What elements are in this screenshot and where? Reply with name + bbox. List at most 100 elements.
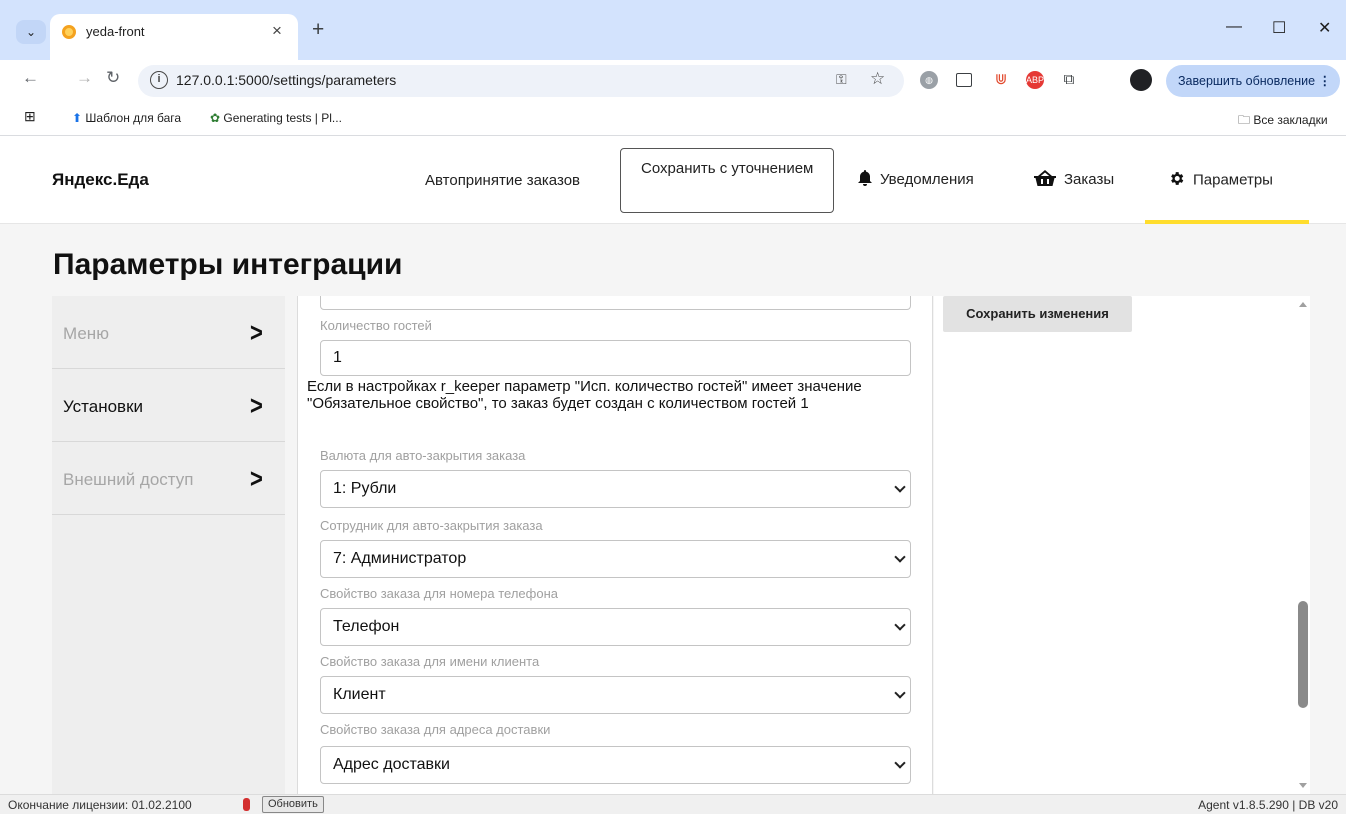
app-root: Яндекс.Еда Автопринятие заказов Сохранит…: [0, 136, 1346, 814]
translate-extension-icon[interactable]: ◍: [920, 71, 938, 89]
app-header: Яндекс.Еда Автопринятие заказов Сохранит…: [0, 136, 1346, 224]
basket-icon: [1034, 170, 1056, 190]
bookmark-item[interactable]: ✿ Generating tests | Pl...: [210, 111, 342, 125]
actions-panel: Сохранить изменения: [934, 296, 1296, 796]
currency-label: Валюта для авто-закрытия заказа: [320, 448, 526, 463]
status-bar: Окончание лицензии: 01.02.2100 Обновить …: [0, 794, 1346, 814]
bug-template-icon: ⬆: [72, 111, 83, 125]
bookmark-item[interactable]: ⬆ Шаблон для бага: [72, 111, 181, 125]
magnet-extension-icon[interactable]: ⋓: [992, 71, 1010, 89]
reload-icon[interactable]: ↻: [106, 68, 120, 88]
employee-label: Сотрудник для авто-закрытия заказа: [320, 518, 543, 533]
phone-select[interactable]: Телефон: [320, 608, 911, 646]
sidebar-item-label: Установки: [63, 397, 144, 416]
notifications-label: Уведомления: [880, 170, 974, 188]
bookmark-label: Шаблон для бага: [85, 111, 182, 125]
nav-orders[interactable]: Заказы: [1034, 170, 1114, 190]
chevron-down-icon: [894, 757, 906, 769]
chevron-down-icon: [894, 481, 906, 493]
maximize-icon[interactable]: ☐: [1272, 18, 1286, 38]
currency-value: 1: Рубли: [333, 480, 397, 497]
sidebar-item-menu[interactable]: Меню >: [52, 296, 285, 369]
chevron-down-icon: [894, 551, 906, 563]
address-value: Адрес доставки: [333, 756, 450, 773]
sidebar-item-settings[interactable]: Установки >: [52, 369, 285, 442]
scroll-up-icon[interactable]: [1299, 302, 1307, 307]
minimize-icon[interactable]: —: [1226, 18, 1242, 36]
chevron-down-icon: [894, 687, 906, 699]
previous-field-input[interactable]: [320, 296, 911, 310]
address-label: Свойство заказа для адреса доставки: [320, 722, 551, 737]
tab-close-icon[interactable]: ×: [272, 21, 282, 41]
forward-icon[interactable]: →: [76, 68, 93, 88]
bell-icon: [858, 170, 872, 190]
password-key-icon[interactable]: ⚿: [836, 71, 847, 88]
generating-tests-icon: ✿: [210, 111, 221, 125]
chevron-down-icon: [894, 619, 906, 631]
browser-toolbar: ← → ↻ i 127.0.0.1:5000/settings/paramete…: [0, 60, 1346, 102]
sidebar-item-label: Меню: [63, 324, 109, 343]
address-select[interactable]: Адрес доставки: [320, 746, 911, 784]
nav-parameters[interactable]: Параметры: [1168, 170, 1273, 191]
settings-sidebar: Меню > Установки > Внешний доступ >: [52, 296, 285, 796]
settings-form: Количество гостей 1 Если в настройках r_…: [297, 296, 933, 796]
parameters-label: Параметры: [1193, 171, 1273, 189]
tab-favicon-icon: [62, 25, 76, 39]
refresh-button[interactable]: Обновить: [262, 796, 324, 813]
client-value: Клиент: [333, 686, 386, 703]
employee-value: 7: Администратор: [333, 550, 467, 567]
save-changes-button[interactable]: Сохранить изменения: [943, 296, 1132, 332]
logo[interactable]: Яндекс.Еда: [52, 170, 149, 190]
chevron-right-icon: >: [250, 390, 263, 421]
site-info-icon[interactable]: i: [150, 71, 168, 89]
folder-icon: 🗀: [1238, 113, 1251, 127]
bookmark-star-icon[interactable]: ☆: [870, 69, 885, 89]
apps-grid-icon[interactable]: ⊞: [24, 108, 36, 125]
url-text[interactable]: 127.0.0.1:5000/settings/parameters: [176, 72, 396, 88]
adblock-icon[interactable]: ABP: [1026, 71, 1044, 89]
orders-label: Заказы: [1064, 170, 1115, 188]
finish-update-label: Завершить обновление: [1178, 74, 1316, 88]
bookmark-label: Generating tests | Pl...: [223, 111, 342, 125]
screen-capture-icon[interactable]: [956, 73, 972, 87]
all-bookmarks-label: Все закладки: [1253, 113, 1328, 127]
active-tab-indicator: [1145, 220, 1309, 224]
license-text: Окончание лицензии: 01.02.2100: [8, 798, 192, 812]
save-with-clarification-button[interactable]: Сохранить с уточнением: [620, 148, 834, 213]
autoaccept-link[interactable]: Автопринятие заказов: [425, 172, 580, 189]
tab-search-icon[interactable]: ⌄: [16, 20, 46, 44]
scrollbar-thumb[interactable]: [1298, 601, 1308, 708]
phone-value: Телефон: [333, 618, 400, 635]
guests-input[interactable]: 1: [320, 340, 911, 376]
gear-icon: [1168, 170, 1185, 191]
scrollbar[interactable]: [1296, 296, 1310, 796]
address-bar[interactable]: i 127.0.0.1:5000/settings/parameters ⚿ ☆: [138, 65, 904, 97]
guests-hint: Если в настройках r_keeper параметр "Исп…: [307, 378, 862, 412]
client-select[interactable]: Клиент: [320, 676, 911, 714]
client-label: Свойство заказа для имени клиента: [320, 654, 540, 669]
scroll-down-icon[interactable]: [1299, 783, 1307, 788]
browser-tab[interactable]: yeda-front ×: [50, 14, 298, 60]
guests-label: Количество гостей: [320, 318, 432, 333]
license-status-indicator: [243, 798, 250, 811]
back-icon[interactable]: ←: [22, 68, 39, 88]
more-menu-icon: ⋮: [1318, 74, 1332, 88]
profile-avatar[interactable]: [1130, 69, 1152, 91]
sidebar-item-external-access[interactable]: Внешний доступ >: [52, 442, 285, 515]
nav-notifications[interactable]: Уведомления: [858, 170, 974, 190]
finish-update-button[interactable]: Завершить обновление ⋮: [1166, 65, 1340, 97]
window-close-icon[interactable]: ✕: [1318, 18, 1331, 38]
employee-select[interactable]: 7: Администратор: [320, 540, 911, 578]
sidebar-item-label: Внешний доступ: [63, 470, 194, 489]
all-bookmarks[interactable]: 🗀 Все закладки: [1238, 111, 1328, 132]
extensions-puzzle-icon[interactable]: ⧉: [1060, 71, 1078, 89]
tab-title: yeda-front: [86, 24, 145, 39]
currency-select[interactable]: 1: Рубли: [320, 470, 911, 508]
agent-version: Agent v1.8.5.290 | DB v20: [1198, 798, 1338, 812]
new-tab-icon[interactable]: +: [312, 18, 324, 42]
bookmarks-bar: ⊞ ⬆ Шаблон для бага ✿ Generating tests |…: [0, 102, 1346, 136]
phone-label: Свойство заказа для номера телефона: [320, 586, 558, 601]
page-title: Параметры интеграции: [53, 248, 403, 281]
chevron-right-icon: >: [250, 463, 263, 494]
chevron-right-icon: >: [250, 317, 263, 348]
